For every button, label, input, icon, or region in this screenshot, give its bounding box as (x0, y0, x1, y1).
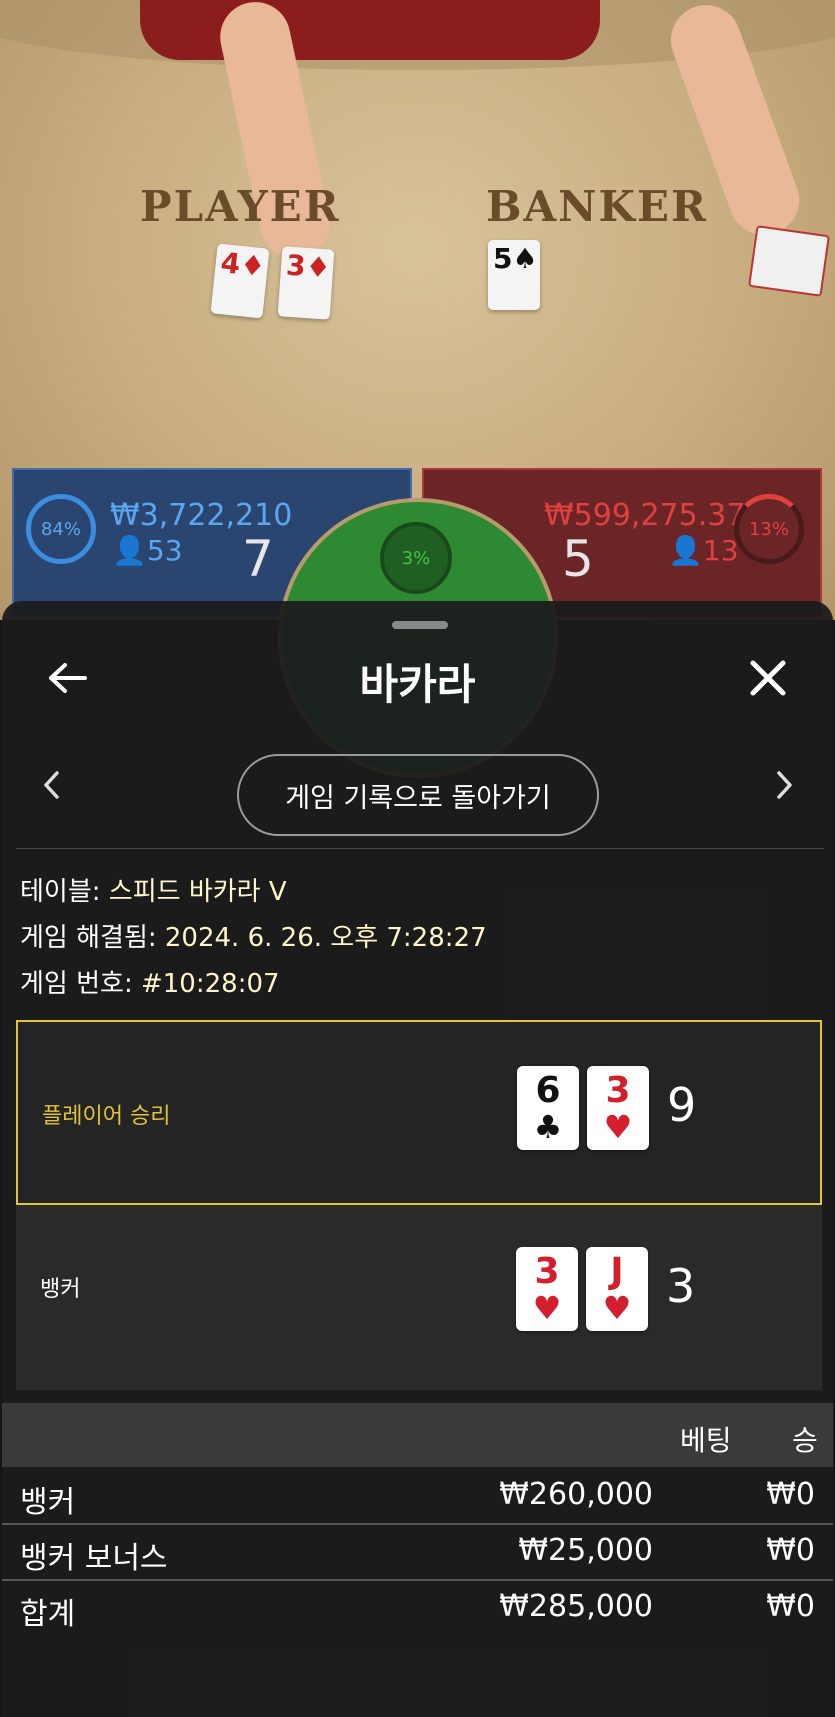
bet-table-header: 베팅 승 (2, 1403, 833, 1467)
banker-label: 뱅커 (40, 1277, 81, 1302)
tie-percent-ring: 3% (380, 522, 452, 594)
player-result-card-1: 6 ♣ (517, 1066, 579, 1150)
banker-score: 5 (562, 530, 594, 588)
bet-row: 뱅커 ₩260,000 ₩0 (2, 1469, 833, 1525)
banker-count: 👤13 (668, 534, 739, 567)
sheet-title: 바카라 (359, 660, 476, 709)
total-bet-amount: ₩285,000 (499, 1589, 653, 1624)
banker-result-row: 뱅커 3 ♥ J ♥ 3 (16, 1205, 822, 1390)
player-table-label: PLAYER (140, 182, 341, 231)
back-to-history-button[interactable]: 게임 기록으로 돌아가기 (237, 754, 599, 836)
table-card-player-1: 4♦ (210, 243, 270, 319)
bet-total-row: 합계 ₩285,000 ₩0 (2, 1581, 833, 1637)
player-bet-amount: ₩3,722,210 (110, 498, 293, 533)
bet-amount: ₩25,000 (518, 1533, 653, 1568)
player-score: 7 (242, 530, 274, 588)
close-button[interactable] (733, 643, 803, 713)
player-count: 👤53 (112, 534, 183, 567)
game-result-sheet: 바카라 게임 기록으로 돌아가기 테이블: 스피드 바카라 V 게임 해결됨: … (2, 601, 833, 1717)
drag-handle[interactable] (392, 621, 448, 629)
chevron-right-icon (777, 771, 792, 799)
table-card-player-2: 3♦ (277, 246, 335, 320)
total-label: 합계 (20, 1597, 76, 1632)
card-shoe (748, 225, 830, 297)
chevron-left-icon (44, 771, 59, 799)
user-icon: 👤 (112, 534, 147, 567)
total-win-amount: ₩0 (766, 1589, 815, 1624)
next-game-button[interactable] (760, 769, 810, 809)
bet-row: 뱅커 보너스 ₩25,000 ₩0 (2, 1525, 833, 1581)
win-amount: ₩0 (766, 1533, 815, 1568)
player-result-card-2: 3 ♥ (587, 1066, 649, 1150)
player-result-row: 플레이어 승리 6 ♣ 3 ♥ 9 (16, 1020, 822, 1205)
player-total: 9 (667, 1078, 697, 1132)
user-icon: 👤 (668, 534, 703, 567)
bet-column-header: 베팅 (680, 1424, 732, 1457)
bet-amount: ₩260,000 (499, 1477, 653, 1512)
player-win-label: 플레이어 승리 (42, 1104, 171, 1129)
previous-game-button[interactable] (26, 769, 76, 809)
close-icon (750, 660, 786, 696)
banker-table-label: BANKER (486, 182, 708, 231)
game-number-info: 게임 번호: #10:28:07 (20, 969, 280, 999)
banker-total: 3 (666, 1259, 696, 1313)
banker-result-card-1: 3 ♥ (516, 1247, 578, 1331)
dealer-torso (140, 0, 600, 60)
banker-bet-amount: ₩599,275.37 (544, 498, 746, 533)
win-amount: ₩0 (766, 1477, 815, 1512)
table-info: 테이블: 스피드 바카라 V (20, 877, 287, 907)
bet-name: 뱅커 (20, 1485, 76, 1520)
banker-percent-ring: 13% (734, 494, 804, 564)
resolved-time-info: 게임 해결됨: 2024. 6. 26. 오후 7:28:27 (20, 923, 487, 953)
banker-result-card-2: J ♥ (586, 1247, 648, 1331)
header-divider (16, 848, 824, 849)
win-column-header: 승 (792, 1424, 818, 1457)
table-card-banker-1: 5♠ (488, 240, 540, 310)
player-percent-ring: 84% (26, 494, 96, 564)
bet-name: 뱅커 보너스 (20, 1541, 168, 1576)
